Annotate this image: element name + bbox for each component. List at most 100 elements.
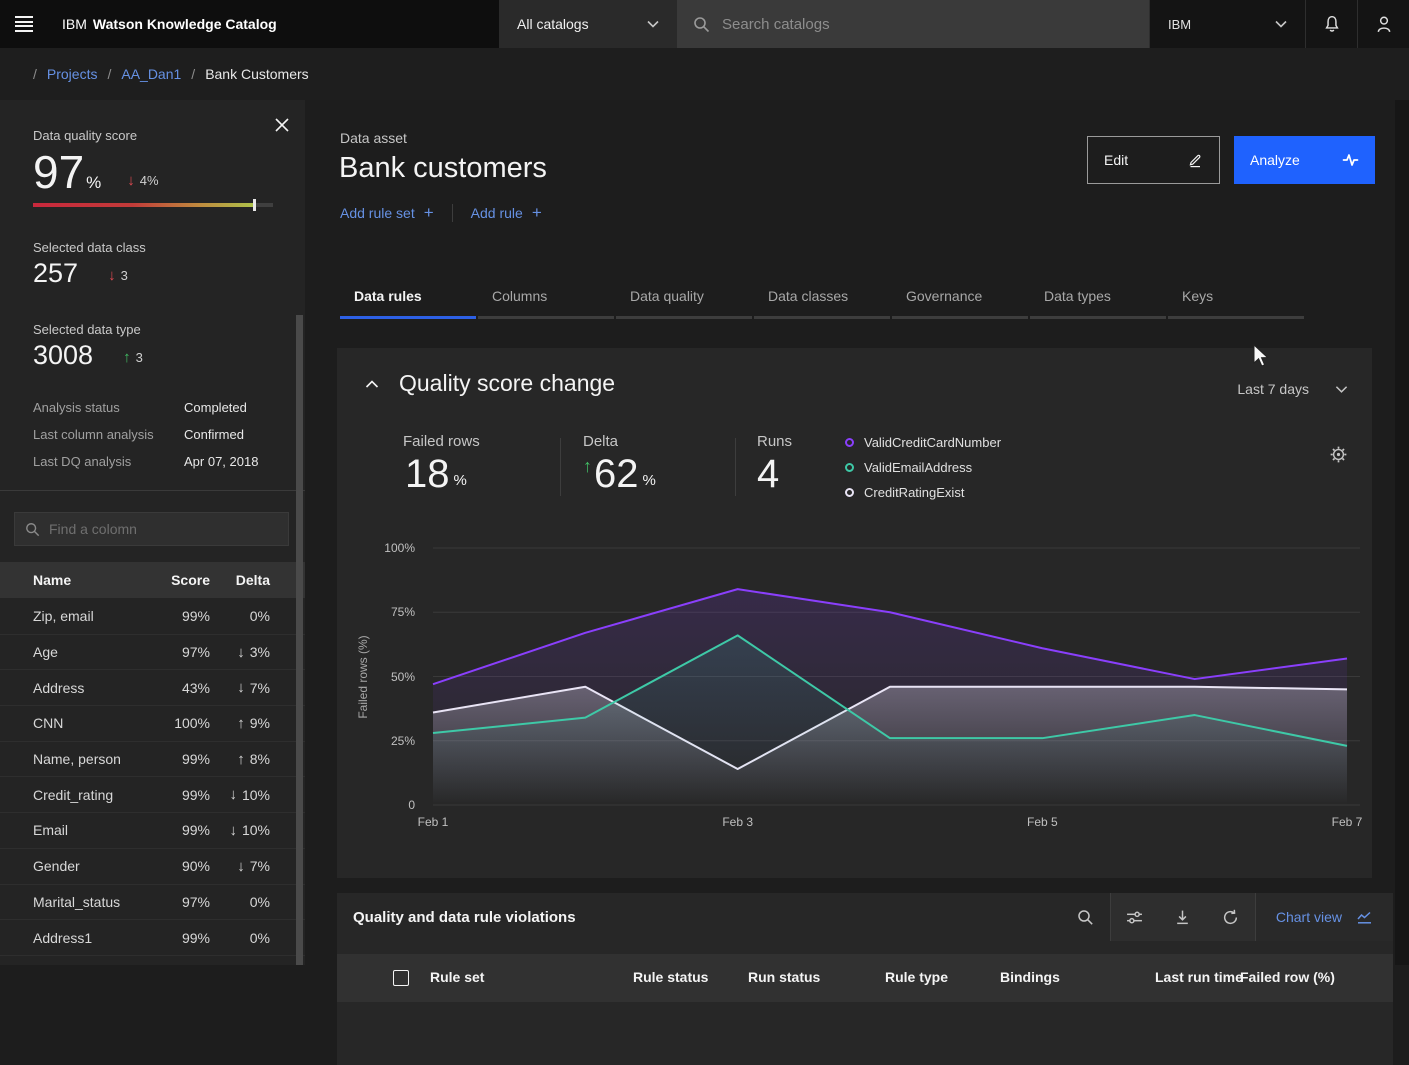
status-row: Analysis status Completed [33, 400, 273, 415]
column-header: Failed row (%) [1240, 969, 1335, 985]
legend-label: CreditRatingExist [864, 485, 964, 500]
find-column-input[interactable] [49, 521, 278, 537]
table-row[interactable]: Age 97% ↓ 3% [0, 634, 305, 670]
tab[interactable]: Keys [1168, 278, 1304, 319]
tab[interactable]: Data types [1030, 278, 1166, 319]
score-delta: 4% [140, 173, 159, 188]
download-button[interactable] [1159, 893, 1207, 941]
table-row[interactable]: Gender 90% ↓ 7% [0, 848, 305, 884]
tab-label: Data types [1044, 288, 1111, 304]
arrow-up-icon: ↑ [583, 456, 592, 477]
selected-data-class: Selected data class 257 ↓3 [33, 240, 146, 287]
filter-button[interactable] [1111, 893, 1159, 941]
cell-delta: 0% [250, 608, 270, 624]
account-dropdown[interactable]: IBM [1149, 0, 1305, 48]
menu-icon[interactable] [0, 0, 48, 48]
arrow-down-icon: ↓ [127, 172, 135, 189]
column-header: Rule set [430, 969, 484, 985]
time-range-dropdown[interactable]: Last 7 days [1237, 381, 1348, 397]
stat-label: Failed rows [403, 433, 480, 450]
download-icon [1174, 909, 1191, 926]
tab[interactable]: Data quality [616, 278, 752, 319]
column-header: Last run time [1155, 969, 1243, 985]
close-icon[interactable] [275, 118, 289, 132]
tab[interactable]: Data rules [340, 278, 476, 319]
cell-score: 99% [140, 787, 210, 803]
breadcrumb-label[interactable]: Projects [47, 66, 98, 82]
cell-delta: 0% [250, 930, 270, 946]
brand: IBM Watson Knowledge Catalog [62, 0, 277, 48]
arrow-up-icon: ↑ [123, 349, 131, 366]
plus-icon: + [424, 206, 434, 220]
add-rule-set-label: Add rule set [340, 205, 415, 221]
main-content: Data asset Bank customers Add rule set+ … [305, 100, 1409, 965]
table-row[interactable]: Credit_rating 99% ↓ 10% [0, 776, 305, 812]
chart-view-toggle[interactable]: Chart view [1256, 893, 1393, 941]
legend-item[interactable]: ValidEmailAddress [845, 455, 1001, 480]
chevron-up-icon[interactable] [365, 380, 379, 389]
legend-label: ValidCreditCardNumber [864, 435, 1001, 450]
chevron-down-icon [647, 20, 659, 28]
edit-button[interactable]: Edit [1087, 136, 1220, 184]
pencil-icon [1187, 152, 1203, 168]
breadcrumb-label[interactable]: AA_Dan1 [121, 66, 181, 82]
table-row[interactable]: Address1 99% 0% [0, 919, 305, 955]
add-rule-link[interactable]: Add rule+ [471, 205, 542, 221]
brand-prefix: IBM [62, 16, 87, 32]
y-tick-label: 50% [337, 670, 415, 684]
page-scroll-gutter[interactable] [1395, 100, 1409, 965]
score-unit: % [86, 173, 101, 192]
stat-unit: % [643, 472, 656, 496]
catalog-dropdown[interactable]: All catalogs [499, 0, 677, 48]
asset-tabs: Data rules Columns Data quality Data cla… [340, 278, 1306, 319]
table-row[interactable]: Address 43% ↓ 7% [0, 669, 305, 705]
delta-arrow-icon: ↓ [229, 786, 237, 803]
table-row[interactable]: CNN 100% ↑ 9% [0, 705, 305, 741]
breadcrumb-separator: / [107, 66, 111, 82]
table-row[interactable]: Name, person 99% ↑ 8% [0, 741, 305, 777]
select-all-checkbox[interactable] [393, 970, 409, 986]
tab[interactable]: Data classes [754, 278, 890, 319]
breadcrumb-item: / Projects [33, 66, 97, 82]
x-tick-label: Feb 1 [418, 815, 449, 829]
tab[interactable]: Governance [892, 278, 1028, 319]
analyze-button[interactable]: Analyze [1234, 136, 1375, 184]
table-row[interactable]: Marital_status 97% 0% [0, 884, 305, 920]
chart-canvas [337, 533, 1372, 843]
breadcrumb-label[interactable]: Bank Customers [205, 66, 308, 82]
cell-name: Zip, email [0, 608, 140, 624]
legend-ring-icon [845, 438, 854, 447]
user-profile-button[interactable] [1357, 0, 1409, 48]
status-value: Completed [184, 400, 247, 415]
quality-score-change-card: Quality score change Last 7 days Failed … [337, 348, 1372, 878]
divider [560, 438, 561, 496]
notifications-button[interactable] [1305, 0, 1357, 48]
plus-icon: + [532, 206, 542, 220]
tab[interactable]: Columns [478, 278, 614, 319]
refresh-button[interactable] [1207, 893, 1255, 941]
gear-icon[interactable] [1330, 446, 1347, 463]
y-tick-label: 100% [337, 541, 415, 555]
data-class-label: Selected data class [33, 240, 146, 255]
header-spacer [277, 0, 499, 48]
search-icon [693, 16, 710, 33]
table-row[interactable]: Zip, email 99% 0% [0, 598, 305, 634]
header-delta: Delta [210, 572, 290, 588]
search-input[interactable] [722, 16, 1133, 33]
search-icon [25, 522, 40, 537]
column-table-body: Zip, email 99% 0% Age 97% ↓ 3% [0, 598, 305, 965]
table-row[interactable]: Email 99% ↓ 10% [0, 812, 305, 848]
cell-delta: 10% [242, 787, 270, 803]
table-row[interactable]: ↑ [0, 955, 305, 965]
sidebar-scrollbar[interactable] [296, 315, 303, 965]
add-rule-set-link[interactable]: Add rule set + [340, 205, 434, 221]
table-search-button[interactable] [1062, 893, 1110, 941]
status-value: Apr 07, 2018 [184, 454, 258, 469]
stat-value: 4 [757, 452, 779, 496]
cell-score: 99% [140, 751, 210, 767]
legend-item[interactable]: CreditRatingExist [845, 480, 1001, 505]
cell-name: Address1 [0, 930, 140, 946]
cell-delta: 3% [250, 644, 270, 660]
cell-name: Marital_status [0, 894, 140, 910]
legend-item[interactable]: ValidCreditCardNumber [845, 430, 1001, 455]
